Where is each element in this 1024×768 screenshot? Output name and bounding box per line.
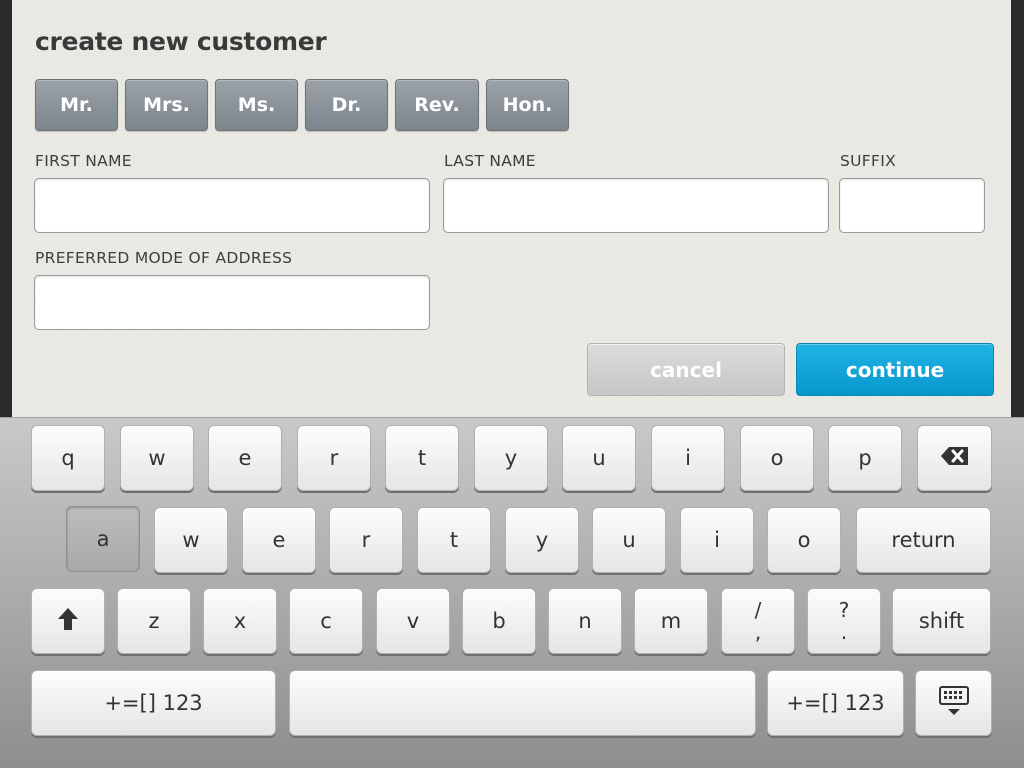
key-slash-comma[interactable]: / , [721,588,795,654]
key-o[interactable]: o [740,425,814,491]
honorific-dr-button[interactable]: Dr. [305,79,388,131]
key-i-row2[interactable]: i [680,507,754,573]
key-r[interactable]: r [297,425,371,491]
return-key[interactable]: return [856,507,991,573]
suffix-label: SUFFIX [840,152,897,170]
key-y-row2[interactable]: y [505,507,579,573]
first-name-input[interactable] [34,178,430,233]
key-a[interactable]: a [66,506,140,572]
create-customer-form: create new customer Mr. Mrs. Ms. Dr. Rev… [12,0,1011,417]
honorific-ms-button[interactable]: Ms. [215,79,298,131]
suffix-input[interactable] [839,178,985,233]
key-r-row2[interactable]: r [329,507,403,573]
backspace-icon [940,446,970,471]
key-m[interactable]: m [634,588,708,654]
key-w[interactable]: w [120,425,194,491]
cancel-button[interactable]: cancel [587,343,785,396]
key-t-row2[interactable]: t [417,507,491,573]
key-slash-label: / [754,598,762,622]
key-e[interactable]: e [208,425,282,491]
backspace-key[interactable] [917,425,992,491]
key-o-row2[interactable]: o [767,507,841,573]
key-n[interactable]: n [548,588,622,654]
key-question-label: ? [838,598,850,622]
honorific-rev-button[interactable]: Rev. [395,79,479,131]
shift-left-key[interactable] [31,588,105,654]
key-period-label: . [840,620,848,644]
key-p[interactable]: p [828,425,902,491]
page-title: create new customer [35,27,327,56]
honorific-buttons: Mr. Mrs. Ms. Dr. Rev. Hon. [35,79,576,131]
key-u[interactable]: u [562,425,636,491]
hide-keyboard-key[interactable] [915,670,992,736]
preferred-address-input[interactable] [34,275,430,330]
keyboard-hide-icon [938,685,970,722]
key-c[interactable]: c [289,588,363,654]
shift-right-key[interactable]: shift [892,588,991,654]
last-name-label: LAST NAME [444,152,536,170]
key-e-row2[interactable]: e [242,507,316,573]
honorific-mr-button[interactable]: Mr. [35,79,118,131]
key-z[interactable]: z [117,588,191,654]
key-x[interactable]: x [203,588,277,654]
key-question-period[interactable]: ? . [807,588,881,654]
preferred-address-label: PREFERRED MODE OF ADDRESS [35,249,293,267]
key-i[interactable]: i [651,425,725,491]
continue-button[interactable]: continue [796,343,994,396]
shift-arrow-icon [57,607,79,636]
numbers-key-right[interactable]: +=[] 123 [767,670,904,736]
key-q[interactable]: q [31,425,105,491]
key-y[interactable]: y [474,425,548,491]
onscreen-keyboard: q w e r t y u i o p a w e r t y u i o re… [0,417,1024,768]
last-name-input[interactable] [443,178,829,233]
key-u-row2[interactable]: u [592,507,666,573]
key-t[interactable]: t [385,425,459,491]
honorific-hon-button[interactable]: Hon. [486,79,569,131]
first-name-label: FIRST NAME [35,152,132,170]
space-key[interactable] [289,670,756,736]
key-b[interactable]: b [462,588,536,654]
key-comma-label: , [754,620,762,644]
key-w-row2[interactable]: w [154,507,228,573]
key-v[interactable]: v [376,588,450,654]
numbers-key-left[interactable]: +=[] 123 [31,670,276,736]
honorific-mrs-button[interactable]: Mrs. [125,79,208,131]
